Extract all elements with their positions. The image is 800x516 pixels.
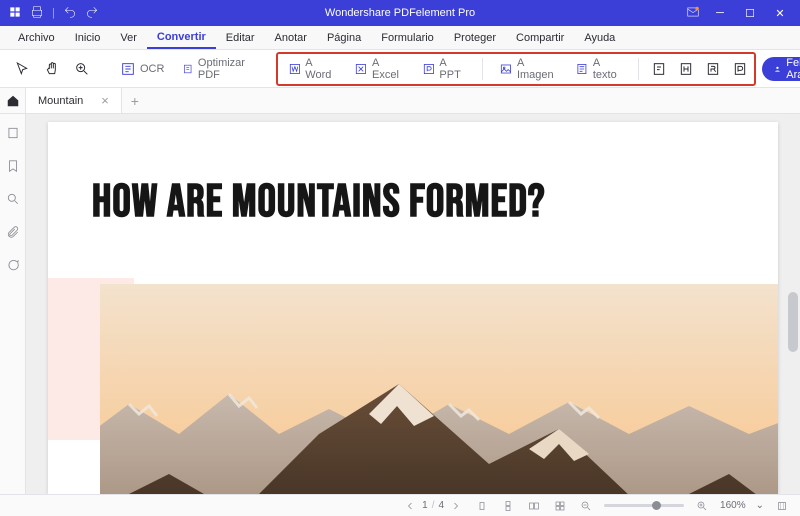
zoom-out-icon[interactable] <box>578 498 594 514</box>
to-image-label: A Imagen <box>517 57 557 81</box>
document-tab-label: Mountain <box>38 95 83 107</box>
status-bar: 1 / 4 160% ⌄ <box>0 494 800 516</box>
page-current[interactable]: 1 <box>422 500 428 511</box>
document-hero-image <box>48 278 778 494</box>
zoom-tool-icon[interactable] <box>70 57 94 81</box>
window-maximize-icon[interactable]: ☐ <box>740 7 760 20</box>
bookmarks-panel-icon[interactable] <box>6 159 20 178</box>
to-pdfa-icon[interactable] <box>730 57 751 81</box>
page-sep: / <box>432 500 435 511</box>
menu-anotar[interactable]: Anotar <box>265 26 317 49</box>
user-name-label: Felipe Araujo <box>786 57 800 81</box>
to-image-button[interactable]: A Imagen <box>493 56 563 82</box>
work-area: HOW ARE MOUNTAINS FORMED? <box>0 114 800 494</box>
zoom-value[interactable]: 160% <box>720 500 746 511</box>
zoom-dropdown-icon[interactable]: ⌄ <box>756 500 764 511</box>
document-tab-strip: Mountain × + <box>0 88 800 114</box>
convert-highlight-box: A Word A Excel A PPT A Imagen A texto <box>276 52 757 86</box>
menu-archivo[interactable]: Archivo <box>8 26 65 49</box>
menu-convertir[interactable]: Convertir <box>147 26 216 49</box>
to-ppt-button[interactable]: A PPT <box>416 56 473 82</box>
optimize-pdf-button[interactable]: Optimizar PDF <box>176 56 255 82</box>
to-word-label: A Word <box>305 57 336 81</box>
page-next-icon[interactable] <box>448 498 464 514</box>
view-single-page-icon[interactable] <box>474 498 490 514</box>
app-logo-icon <box>8 5 22 22</box>
new-tab-button[interactable]: + <box>122 88 148 113</box>
to-excel-button[interactable]: A Excel <box>348 56 409 82</box>
undo-icon[interactable] <box>63 5 77 22</box>
search-panel-icon[interactable] <box>6 192 20 211</box>
menu-ver[interactable]: Ver <box>110 26 147 49</box>
vertical-scrollbar[interactable] <box>788 122 798 486</box>
menu-ayuda[interactable]: Ayuda <box>574 26 625 49</box>
to-text-button[interactable]: A texto <box>569 56 628 82</box>
toolbar-separator <box>482 58 483 80</box>
view-two-page-icon[interactable] <box>526 498 542 514</box>
toolbar-separator <box>638 58 639 80</box>
zoom-slider-knob[interactable] <box>652 501 661 510</box>
document-headline: HOW ARE MOUNTAINS FORMED? <box>92 180 734 226</box>
home-tab-icon[interactable] <box>0 88 26 113</box>
to-epub-icon[interactable] <box>649 57 670 81</box>
title-bar: | Wondershare PDFelement Pro ─ ☐ ✕ <box>0 0 800 26</box>
to-html-icon[interactable] <box>676 57 697 81</box>
menu-formulario[interactable]: Formulario <box>371 26 444 49</box>
menu-inicio[interactable]: Inicio <box>65 26 111 49</box>
print-icon[interactable] <box>30 5 44 22</box>
fit-page-icon[interactable] <box>774 498 790 514</box>
window-minimize-icon[interactable]: ─ <box>710 7 730 19</box>
zoom-in-icon[interactable] <box>694 498 710 514</box>
to-ppt-label: A PPT <box>439 57 466 81</box>
menu-compartir[interactable]: Compartir <box>506 26 574 49</box>
page-navigator: 1 / 4 <box>402 498 464 514</box>
redo-icon[interactable] <box>85 5 99 22</box>
select-tool-icon[interactable] <box>10 57 34 81</box>
mail-icon[interactable] <box>686 5 700 22</box>
ocr-label: OCR <box>140 63 164 75</box>
user-account-button[interactable]: Felipe Araujo <box>762 57 800 81</box>
left-sidebar <box>0 114 26 494</box>
optimize-label: Optimizar PDF <box>198 57 250 81</box>
document-canvas[interactable]: HOW ARE MOUNTAINS FORMED? <box>26 114 800 494</box>
zoom-slider[interactable] <box>604 504 684 507</box>
to-text-label: A texto <box>593 57 622 81</box>
to-excel-label: A Excel <box>372 57 404 81</box>
menu-pagina[interactable]: Página <box>317 26 371 49</box>
menu-editar[interactable]: Editar <box>216 26 265 49</box>
document-page: HOW ARE MOUNTAINS FORMED? <box>48 122 778 494</box>
page-total: 4 <box>438 500 444 511</box>
ocr-button[interactable]: OCR <box>114 56 170 82</box>
view-grid-icon[interactable] <box>552 498 568 514</box>
title-sep: | <box>52 7 55 19</box>
close-tab-icon[interactable]: × <box>101 93 109 108</box>
attachments-panel-icon[interactable] <box>6 225 20 244</box>
menu-proteger[interactable]: Proteger <box>444 26 506 49</box>
app-title: Wondershare PDFelement Pro <box>325 7 475 19</box>
view-continuous-icon[interactable] <box>500 498 516 514</box>
comments-panel-icon[interactable] <box>6 258 20 277</box>
window-close-icon[interactable]: ✕ <box>770 7 790 20</box>
menu-bar: Archivo Inicio Ver Convertir Editar Anot… <box>0 26 800 50</box>
to-rtf-icon[interactable] <box>703 57 724 81</box>
to-word-button[interactable]: A Word <box>282 56 343 82</box>
convert-toolbar: OCR Optimizar PDF A Word A Excel A PPT A… <box>0 50 800 88</box>
document-tab[interactable]: Mountain × <box>26 88 122 113</box>
hand-tool-icon[interactable] <box>40 57 64 81</box>
thumbnails-panel-icon[interactable] <box>6 126 20 145</box>
page-prev-icon[interactable] <box>402 498 418 514</box>
scrollbar-thumb[interactable] <box>788 292 798 352</box>
mountain-illustration-icon <box>100 284 778 494</box>
